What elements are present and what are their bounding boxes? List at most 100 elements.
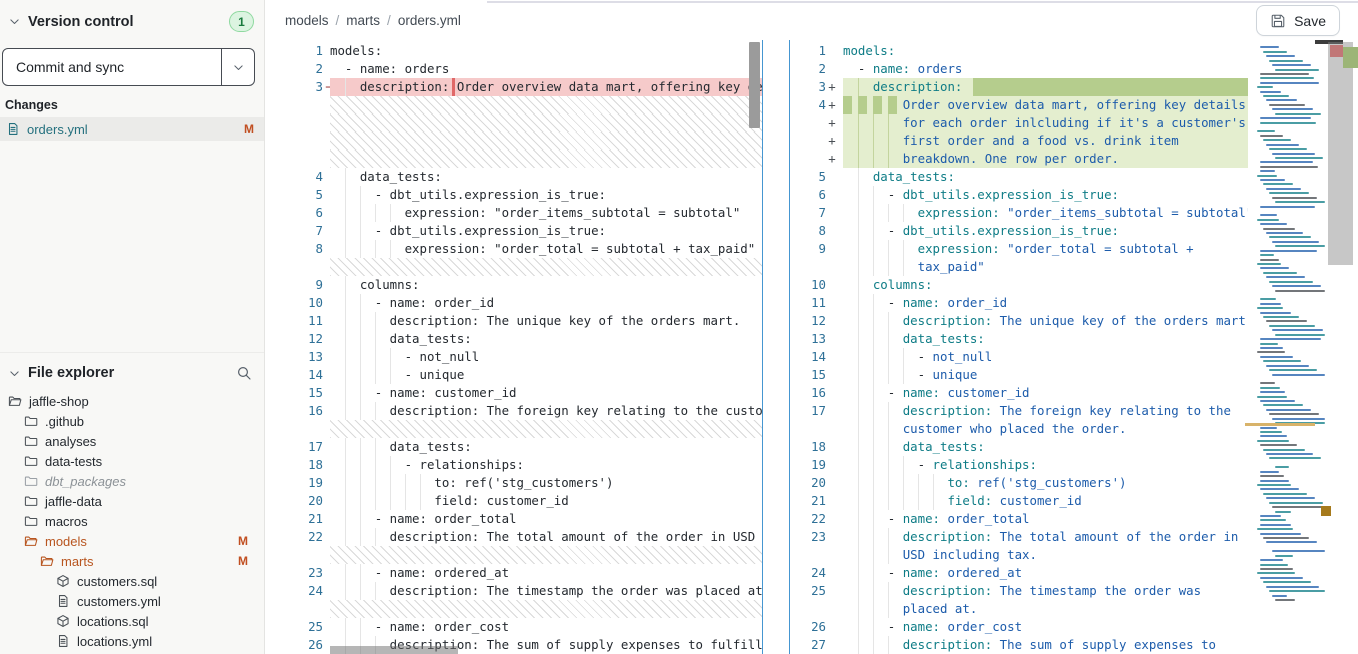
code-line[interactable]: customer who placed the order.	[843, 420, 1248, 438]
code-line[interactable]: tax_paid"	[843, 258, 1248, 276]
code-line[interactable]: field: customer_id	[330, 492, 762, 510]
code-line[interactable]: - relationships:	[843, 456, 1248, 474]
explorer-item-models[interactable]: modelsM	[0, 531, 264, 551]
minimap[interactable]	[1255, 40, 1330, 654]
code-line[interactable]: - name: customer_id	[843, 384, 1248, 402]
code-line[interactable]: - name: order_cost	[330, 618, 762, 636]
code-line[interactable]: - name: orders	[843, 60, 1248, 78]
code-line[interactable]: to: ref('stg_customers')	[330, 474, 762, 492]
code-line[interactable]: - unique	[843, 366, 1248, 384]
explorer-item-customers-yml[interactable]: customers.yml	[0, 591, 264, 611]
horizontal-scrollbar-thumb[interactable]	[330, 646, 458, 654]
code-line[interactable]: data_tests:	[843, 438, 1248, 456]
original-code[interactable]: models: - name: orders description: Orde…	[330, 40, 762, 654]
overview-ruler[interactable]	[1330, 40, 1358, 654]
code-line[interactable]: description: The timestamp the order was…	[330, 582, 762, 600]
save-button[interactable]: Save	[1256, 5, 1340, 36]
original-pane[interactable]: 123−456789101112131415161718192021222324…	[265, 40, 762, 654]
code-line[interactable]: Order overview data mart, offering key d…	[843, 96, 1248, 114]
explorer-item--github[interactable]: .github	[0, 411, 264, 431]
code-line[interactable]: - name: order_cost	[843, 618, 1248, 636]
code-line[interactable]: description: The sum of supply expenses …	[843, 636, 1248, 654]
code-line[interactable]: columns:	[330, 276, 762, 294]
code-line[interactable]: data_tests:	[843, 168, 1248, 186]
changed-file-orders-yml[interactable]: orders.yml M	[0, 117, 264, 141]
code-line[interactable]: data_tests:	[330, 438, 762, 456]
code-line[interactable]: - name: orders	[330, 60, 762, 78]
code-line[interactable]: data_tests:	[843, 330, 1248, 348]
code-line[interactable]: placed at.	[843, 600, 1248, 618]
code-line[interactable]: for each order inlcluding if it's a cust…	[843, 114, 1248, 132]
minimap-viewport-slider[interactable]	[1328, 42, 1353, 265]
explorer-item-analyses[interactable]: analyses	[0, 431, 264, 451]
code-line[interactable]: description: The timestamp the order was	[843, 582, 1248, 600]
explorer-item-dbt-packages[interactable]: dbt_packages	[0, 471, 264, 491]
code-line[interactable]: models:	[843, 42, 1248, 60]
folder-icon	[24, 434, 38, 448]
code-line[interactable]: breakdown. One row per order.	[843, 150, 1248, 168]
code-line[interactable]: description: The unique key of the order…	[330, 312, 762, 330]
indent-guide	[345, 582, 346, 600]
explorer-item-jaffle-shop[interactable]: jaffle-shop	[0, 391, 264, 411]
code-line[interactable]: - name: customer_id	[330, 384, 762, 402]
code-line[interactable]: to: ref('stg_customers')	[843, 474, 1248, 492]
code-line[interactable]: expression: "order_items_subtotal = subt…	[330, 204, 762, 222]
code-line[interactable]: expression: "order_total = subtotal + ta…	[330, 240, 762, 258]
minimap-line	[1260, 471, 1279, 473]
breadcrumb-marts[interactable]: marts	[346, 13, 380, 28]
explorer-item-locations-sql[interactable]: locations.sql	[0, 611, 264, 631]
code-line[interactable]: expression: "order_items_subtotal = subt…	[843, 204, 1248, 222]
indent-guide	[858, 564, 859, 582]
explorer-item-locations-yml[interactable]: locations.yml	[0, 631, 264, 651]
commit-options-dropdown[interactable]	[221, 49, 254, 85]
code-line[interactable]: - relationships:	[330, 456, 762, 474]
explorer-item-data-tests[interactable]: data-tests	[0, 451, 264, 471]
explorer-item-jaffle-data[interactable]: jaffle-data	[0, 491, 264, 511]
code-line[interactable]: description: The foreign key relating to…	[330, 402, 762, 420]
code-line[interactable]: columns:	[843, 276, 1248, 294]
explorer-item-customers-sql[interactable]: customers.sql	[0, 571, 264, 591]
code-line[interactable]: USD including tax.	[843, 546, 1248, 564]
indent-guide	[345, 78, 346, 96]
code-line[interactable]: description: The unique key of the order…	[843, 312, 1248, 330]
search-icon[interactable]	[236, 365, 252, 381]
code-line[interactable]: - dbt_utils.expression_is_true:	[330, 186, 762, 204]
code-line[interactable]: - dbt_utils.expression_is_true:	[330, 222, 762, 240]
indent-guide	[420, 492, 421, 510]
code-line[interactable]: expression: "order_total = subtotal +	[843, 240, 1248, 258]
code-line[interactable]: - name: order_total	[843, 510, 1248, 528]
modified-code[interactable]: models: - name: orders description: Orde…	[843, 40, 1248, 654]
code-line[interactable]: - not_null	[330, 348, 762, 366]
code-line[interactable]: field: customer_id	[843, 492, 1248, 510]
explorer-item-macros[interactable]: macros	[0, 511, 264, 531]
code-line[interactable]: - name: order_id	[330, 294, 762, 312]
code-line[interactable]: data_tests:	[330, 330, 762, 348]
code-line[interactable]: - name: ordered_at	[843, 564, 1248, 582]
modified-status-badge: M	[244, 122, 254, 136]
code-line[interactable]: - dbt_utils.expression_is_true:	[843, 186, 1248, 204]
code-line[interactable]: - dbt_utils.expression_is_true:	[843, 222, 1248, 240]
code-line[interactable]: description:	[843, 78, 1248, 96]
vertical-scrollbar-thumb[interactable]	[749, 42, 760, 128]
version-control-header[interactable]: Version control 1	[0, 0, 264, 40]
code-line[interactable]: description: The total amount of the ord…	[330, 528, 762, 546]
code-line[interactable]: - not_null	[843, 348, 1248, 366]
modified-pane[interactable]: 123+4++++5678910111213141516171819202122…	[790, 40, 1248, 654]
code-line[interactable]: - name: order_total	[330, 510, 762, 528]
code-line[interactable]: - unique	[330, 366, 762, 384]
explorer-item-marts[interactable]: martsM	[0, 551, 264, 571]
code-line[interactable]: data_tests:	[330, 168, 762, 186]
code-line[interactable]: description: The total amount of the ord…	[843, 528, 1248, 546]
code-line[interactable]: - name: order_id	[843, 294, 1248, 312]
pane-divider[interactable]	[762, 40, 790, 654]
commit-and-sync-button[interactable]: Commit and sync	[3, 49, 221, 85]
breadcrumb-models[interactable]: models	[285, 13, 329, 28]
code-line[interactable]: description: Order overview data mart, o…	[330, 78, 762, 96]
minimap-line	[1257, 440, 1289, 442]
file-explorer-header[interactable]: File explorer	[0, 353, 264, 391]
code-line[interactable]: description: The foreign key relating to…	[843, 402, 1248, 420]
breadcrumb-orders-yml[interactable]: orders.yml	[398, 13, 461, 28]
code-line[interactable]: first order and a food vs. drink item	[843, 132, 1248, 150]
code-line[interactable]: - name: ordered_at	[330, 564, 762, 582]
code-line[interactable]: models:	[330, 42, 762, 60]
